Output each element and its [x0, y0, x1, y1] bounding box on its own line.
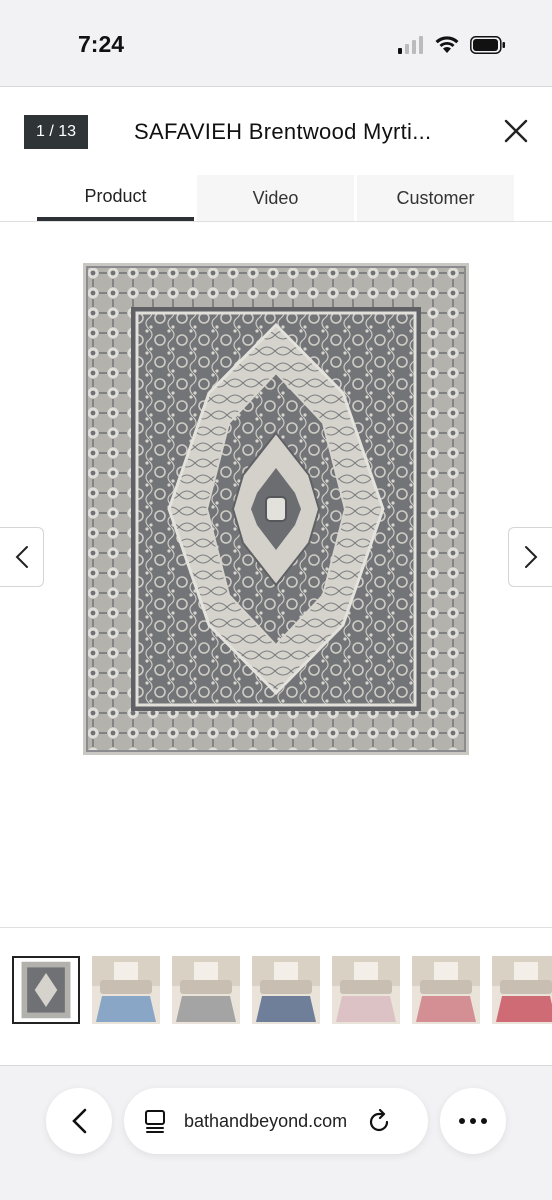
tab-divider	[0, 221, 552, 222]
media-tabs: Product Video Customer	[37, 175, 514, 221]
chevron-right-icon	[524, 546, 537, 568]
reload-icon[interactable]	[367, 1108, 391, 1134]
thumbnail-gray[interactable]	[12, 956, 80, 1024]
more-dots-icon	[459, 1118, 487, 1124]
thumbnail-divider	[0, 927, 552, 928]
status-time: 7:24	[78, 31, 125, 57]
close-icon	[504, 119, 528, 143]
url-text: bathandbeyond.com	[184, 1110, 348, 1131]
thumbnail-gray-room[interactable]	[172, 956, 240, 1024]
thumbnail-blue[interactable]	[92, 956, 160, 1024]
rug-main-image	[83, 263, 469, 755]
tab-customer[interactable]: Customer	[357, 175, 514, 221]
tab-product[interactable]: Product	[37, 175, 194, 221]
close-button[interactable]	[500, 115, 532, 147]
back-button[interactable]	[46, 1088, 112, 1154]
thumbnail-blush[interactable]	[332, 956, 400, 1024]
image-counter: 1 / 13	[24, 115, 88, 149]
product-media-modal: 1 / 13 SAFAVIEH Brentwood Myrti... Produ…	[0, 86, 552, 1066]
chevron-left-icon	[15, 546, 28, 568]
more-options-button[interactable]	[440, 1088, 506, 1154]
status-icons	[398, 35, 506, 54]
thumbnail-red[interactable]	[492, 956, 552, 1024]
tabs-icon	[145, 1110, 165, 1133]
cellular-signal-icon	[398, 35, 423, 54]
thumbnail-pink[interactable]	[412, 956, 480, 1024]
status-bar: 7:24	[0, 0, 552, 86]
thumbnail-strip	[12, 956, 552, 1024]
product-title: SAFAVIEH Brentwood Myrti...	[134, 119, 432, 144]
tab-video[interactable]: Video	[197, 175, 354, 221]
address-bar[interactable]: bathandbeyond.com	[124, 1088, 428, 1154]
browser-toolbar: bathandbeyond.com	[0, 1066, 552, 1200]
thumbnail-navy[interactable]	[252, 956, 320, 1024]
wifi-icon	[435, 36, 459, 53]
previous-image-button[interactable]	[0, 527, 44, 587]
battery-icon	[470, 35, 505, 54]
next-image-button[interactable]	[508, 527, 552, 587]
chevron-left-icon	[72, 1108, 87, 1134]
